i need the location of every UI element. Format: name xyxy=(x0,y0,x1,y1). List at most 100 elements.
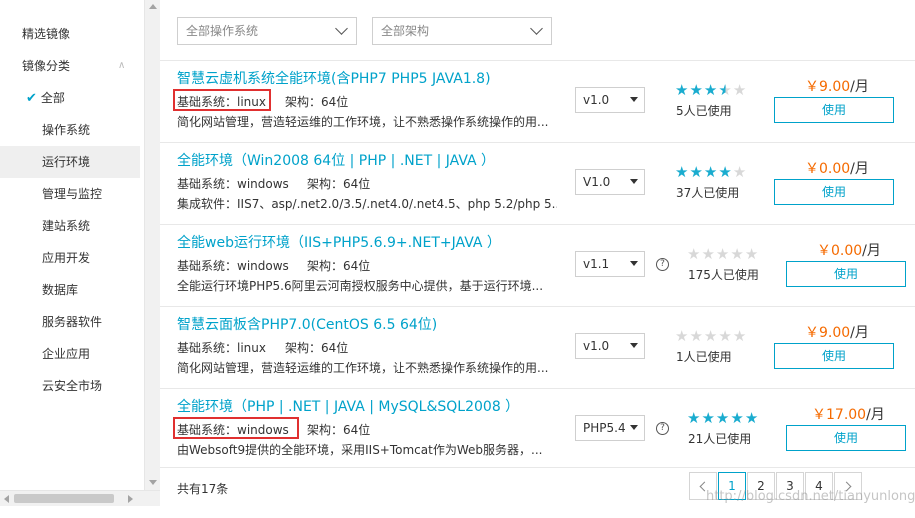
star-icon: ★ xyxy=(744,245,760,263)
image-title[interactable]: 全能web运行环境（IIS+PHP5.6.9+.NET+JAVA ） xyxy=(177,232,501,252)
version-value: PHP5.4 xyxy=(583,421,626,435)
rating-stars: ★★★★★ xyxy=(675,163,747,181)
price: ￥17.00/月 xyxy=(812,404,885,424)
price: ￥9.00/月 xyxy=(805,322,869,342)
price: ￥0.00/月 xyxy=(817,240,881,260)
scroll-down-icon[interactable] xyxy=(149,480,157,485)
sidebar-item-label: 全部 xyxy=(40,91,65,105)
sidebar-scrollbar[interactable] xyxy=(144,0,160,490)
chevron-down-icon xyxy=(335,22,348,35)
rating-stars: ★★★★★ xyxy=(687,245,759,263)
sidebar-item-security-market[interactable]: 云安全市场 xyxy=(0,370,140,402)
star-icon: ★ xyxy=(701,245,716,263)
star-icon: ★ xyxy=(689,327,704,345)
version-select[interactable]: v1.1 xyxy=(575,251,645,277)
image-card: 智慧云面板含PHP7.0(CentOS 6.5 64位) 基础系统：linux … xyxy=(160,306,915,388)
image-title[interactable]: 全能环境（Win2008 64位 | PHP | .NET | JAVA ） xyxy=(177,150,495,170)
star-icon: ★ xyxy=(675,163,690,181)
image-title[interactable]: 全能环境（PHP | .NET | JAVA | MySQL&SQL2008 ） xyxy=(177,396,519,416)
star-icon: ★ xyxy=(718,327,733,345)
base-system: 基础系统：windows xyxy=(177,177,289,191)
star-icon: ★ xyxy=(732,327,748,345)
use-button[interactable]: 使用 xyxy=(774,343,894,369)
sidebar-item-all[interactable]: ✔ 全部 xyxy=(0,82,140,114)
sidebar-item-monitoring[interactable]: 管理与监控 xyxy=(0,178,140,210)
price-unit: /月 xyxy=(850,79,869,95)
arch-filter-select[interactable]: 全部架构 xyxy=(372,17,552,45)
price-unit: /月 xyxy=(850,325,869,341)
star-icon: ★ xyxy=(703,327,719,345)
star-icon: ★ xyxy=(701,409,716,427)
base-system: 基础系统：windows xyxy=(177,259,289,273)
price-amount: ￥17.00 xyxy=(812,407,867,423)
check-icon: ✔ xyxy=(26,91,37,106)
sidebar-featured[interactable]: 精选镜像 xyxy=(0,18,140,50)
scroll-right-icon[interactable] xyxy=(128,495,133,503)
star-icon: ★ xyxy=(730,245,745,263)
user-count: 1人已使用 xyxy=(676,350,732,364)
sidebar-item-runtime[interactable]: 运行环境 xyxy=(0,146,140,178)
image-title[interactable]: 智慧云虚机系统全能环境(含PHP7 PHP5 JAVA1.8) xyxy=(177,68,491,88)
scroll-up-icon[interactable] xyxy=(149,4,157,9)
user-count: 37人已使用 xyxy=(676,186,740,200)
sidebar-item-enterprise[interactable]: 企业应用 xyxy=(0,338,140,370)
star-icon: ★ xyxy=(687,245,702,263)
star-icon: ★ xyxy=(715,245,731,263)
sidebar-item-os[interactable]: 操作系统 xyxy=(0,114,140,146)
image-card: 智慧云虚机系统全能环境(含PHP7 PHP5 JAVA1.8) 基础系统：lin… xyxy=(160,60,915,142)
sidebar-item-server-software[interactable]: 服务器软件 xyxy=(0,306,140,338)
total-count: 共有17条 xyxy=(177,482,229,496)
sidebar-item-sitebuild[interactable]: 建站系统 xyxy=(0,210,140,242)
caret-down-icon xyxy=(630,425,638,430)
version-select[interactable]: V1.0 xyxy=(575,169,645,195)
image-description: 简化网站管理，营造轻运维的工作环境，让不熟悉操作系统操作的用... xyxy=(177,361,549,375)
version-value: v1.1 xyxy=(583,257,610,271)
star-icon: ★ xyxy=(732,163,748,181)
version-select[interactable]: v1.0 xyxy=(575,333,645,359)
base-system: 基础系统：linux xyxy=(177,95,266,109)
sidebar: 精选镜像 镜像分类 ∧ ✔ 全部 操作系统 运行环境 管理与监控 建站系统 应用开… xyxy=(0,0,145,490)
version-value: V1.0 xyxy=(583,175,611,189)
scroll-left-icon[interactable] xyxy=(4,495,9,503)
price-amount: ￥0.00 xyxy=(805,161,851,177)
version-select[interactable]: v1.0 xyxy=(575,87,645,113)
help-icon[interactable]: ? xyxy=(656,422,669,435)
use-button[interactable]: 使用 xyxy=(786,425,906,451)
horizontal-scrollbar[interactable] xyxy=(0,490,160,506)
version-select[interactable]: PHP5.4 xyxy=(575,415,645,441)
price-amount: ￥0.00 xyxy=(817,243,863,259)
price-unit: /月 xyxy=(862,243,881,259)
base-system: 基础系统：windows xyxy=(177,423,289,437)
star-icon: ★ xyxy=(689,81,704,99)
use-button[interactable]: 使用 xyxy=(774,179,894,205)
chevron-down-icon xyxy=(530,22,543,35)
sidebar-item-database[interactable]: 数据库 xyxy=(0,274,140,306)
base-system: 基础系统：linux xyxy=(177,341,266,355)
architecture: 架构：64位 xyxy=(285,95,349,109)
rating-stars: ★★★★★ xyxy=(675,81,747,99)
price-unit: /月 xyxy=(866,407,885,423)
star-icon: ★ xyxy=(675,327,690,345)
star-icon: ★ xyxy=(687,409,702,427)
price-amount: ￥9.00 xyxy=(805,325,851,341)
sidebar-category[interactable]: 镜像分类 ∧ xyxy=(0,50,140,82)
version-value: v1.0 xyxy=(583,339,610,353)
image-card: 全能环境（PHP | .NET | JAVA | MySQL&SQL2008 ）… xyxy=(160,388,915,468)
help-icon[interactable]: ? xyxy=(656,258,669,271)
sidebar-item-appdev[interactable]: 应用开发 xyxy=(0,242,140,274)
image-description: 由Websoft9提供的全能环境，采用IIS+Tomcat作为Web服务器，..… xyxy=(177,443,543,457)
caret-down-icon xyxy=(630,179,638,184)
sidebar-category-label: 镜像分类 xyxy=(22,59,71,73)
chevron-up-icon: ∧ xyxy=(118,60,126,71)
os-filter-select[interactable]: 全部操作系统 xyxy=(177,17,357,45)
image-card: 全能web运行环境（IIS+PHP5.6.9+.NET+JAVA ） 基础系统：… xyxy=(160,224,915,306)
star-icon: ★ xyxy=(732,81,748,99)
image-title[interactable]: 智慧云面板含PHP7.0(CentOS 6.5 64位) xyxy=(177,314,437,334)
scroll-thumb[interactable] xyxy=(14,494,114,503)
image-description: 集成软件：IIS7、asp/.net2.0/3.5/.net4.0/.net4.… xyxy=(177,197,557,211)
use-button[interactable]: 使用 xyxy=(774,97,894,123)
user-count: 21人已使用 xyxy=(688,432,752,446)
price-unit: /月 xyxy=(850,161,869,177)
use-button[interactable]: 使用 xyxy=(786,261,906,287)
caret-down-icon xyxy=(630,97,638,102)
